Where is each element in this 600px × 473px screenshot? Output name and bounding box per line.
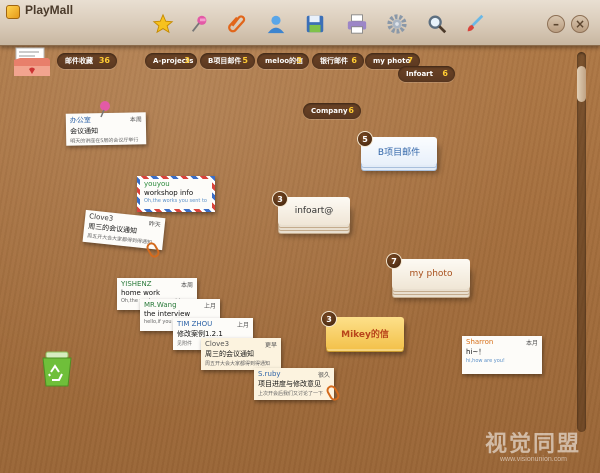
watermark-url: www.visionunion.com [500,456,567,463]
print-icon[interactable] [344,11,370,37]
note-subject: 周三的会议通知 [205,350,254,358]
stack-count-badge: 5 [357,131,373,147]
pushpin-icon [98,100,112,122]
note-date: 本月 [525,340,538,347]
save-icon[interactable] [302,11,328,37]
tag-company[interactable]: Company 6 [303,103,361,119]
note-sender: youyou [144,180,170,188]
tag-label: B项目邮件 [208,57,242,65]
tag-bank-mail[interactable]: 银行邮件 6 [312,53,364,69]
contacts-icon[interactable] [263,11,289,37]
tag-count: 3 [184,56,190,65]
app-logo-icon [6,5,20,19]
tag-label: Company [311,107,348,115]
note-subject: 会议通知 [69,127,99,136]
title-bar: PlayMall – × [0,0,600,46]
tag-infoart[interactable]: Infoart 6 [398,66,455,82]
tag-count: 5 [242,56,248,65]
stack-label: infoart@ [294,206,334,216]
note-preview: Oh,the works you sent to [144,198,207,204]
star-icon[interactable] [150,11,176,37]
watermark: 视觉同盟 [485,431,582,456]
mail-note[interactable]: youyou workshop info Oh,the works you se… [137,176,215,212]
tag-count: 6 [351,56,357,65]
stack-label: B项目邮件 [377,147,421,158]
stack-my-photo[interactable]: my photo [392,259,470,289]
recycle-bin-icon[interactable] [40,350,74,388]
tag-b-project-mail[interactable]: B项目邮件 5 [200,53,255,69]
note-date: 上月 [203,303,216,310]
minimize-icon[interactable]: – [547,15,565,33]
tag-label: my photo [373,57,411,65]
stack-count-badge: 3 [272,191,288,207]
tag-count: 3 [296,56,302,65]
note-date: 很久 [317,372,330,379]
stack-infoart[interactable]: infoart@ [278,197,350,225]
stack-label: my photo [409,269,453,279]
pin-icon[interactable] [187,11,213,37]
note-subject: hi~！ [466,348,486,356]
app-title: PlayMall [25,3,74,17]
tag-a-projects[interactable]: A-projects 3 [145,53,197,69]
note-subject: the interview [144,310,191,318]
mail-note[interactable]: Sharron 本月 hi~！ hi,how are you! [462,336,542,374]
note-preview: 上次开会后我们又讨论了一下 [258,391,324,397]
note-date: 本周 [129,116,142,124]
note-date: 昨天 [148,220,162,229]
scrollbar-thumb[interactable] [577,66,586,102]
note-date: 上月 [236,322,249,329]
note-subject: workshop info [144,189,194,197]
stack-count-badge: 3 [321,311,337,327]
gear-icon[interactable] [384,11,410,37]
scrollbar[interactable] [577,52,586,432]
brush-icon[interactable] [462,11,488,37]
inbox-icon[interactable] [12,46,52,78]
note-date: 本周 [180,282,193,289]
tag-label: 邮件收藏 [65,57,93,65]
tag-count: 6 [442,69,448,78]
tag-label: 银行邮件 [320,57,348,65]
tag-label: Infoart [406,70,433,78]
stack-mikey-letters[interactable]: Mikey的信 [326,317,404,349]
mail-note[interactable]: Clove3 更早 周三的会议通知 周五开大会大家都得到得通知 [201,338,281,370]
note-preview: 明天的讲座在5层的会议厅举行 [70,137,139,145]
note-preview: hi,how are you! [466,358,505,364]
paperclip-icon[interactable] [224,11,250,37]
note-preview: 周五开大会大家都得到得通知 [205,361,271,367]
note-subject: 项目进度与修改意见 [258,380,321,388]
tag-meloo-letters[interactable]: meloo的信 3 [257,53,309,69]
note-date: 更早 [264,342,277,349]
close-icon[interactable]: × [571,15,589,33]
stack-count-badge: 7 [386,253,402,269]
tag-count: 6 [348,106,354,115]
tag-count: 36 [98,56,110,65]
search-icon[interactable] [424,11,450,37]
tag-inbox[interactable]: 邮件收藏 36 [57,53,117,69]
mail-note[interactable]: S.ruby 很久 项目进度与修改意见 上次开会后我们又讨论了一下 [254,368,334,400]
stack-label: Mikey的信 [341,329,389,340]
note-subject: home work [121,289,161,297]
